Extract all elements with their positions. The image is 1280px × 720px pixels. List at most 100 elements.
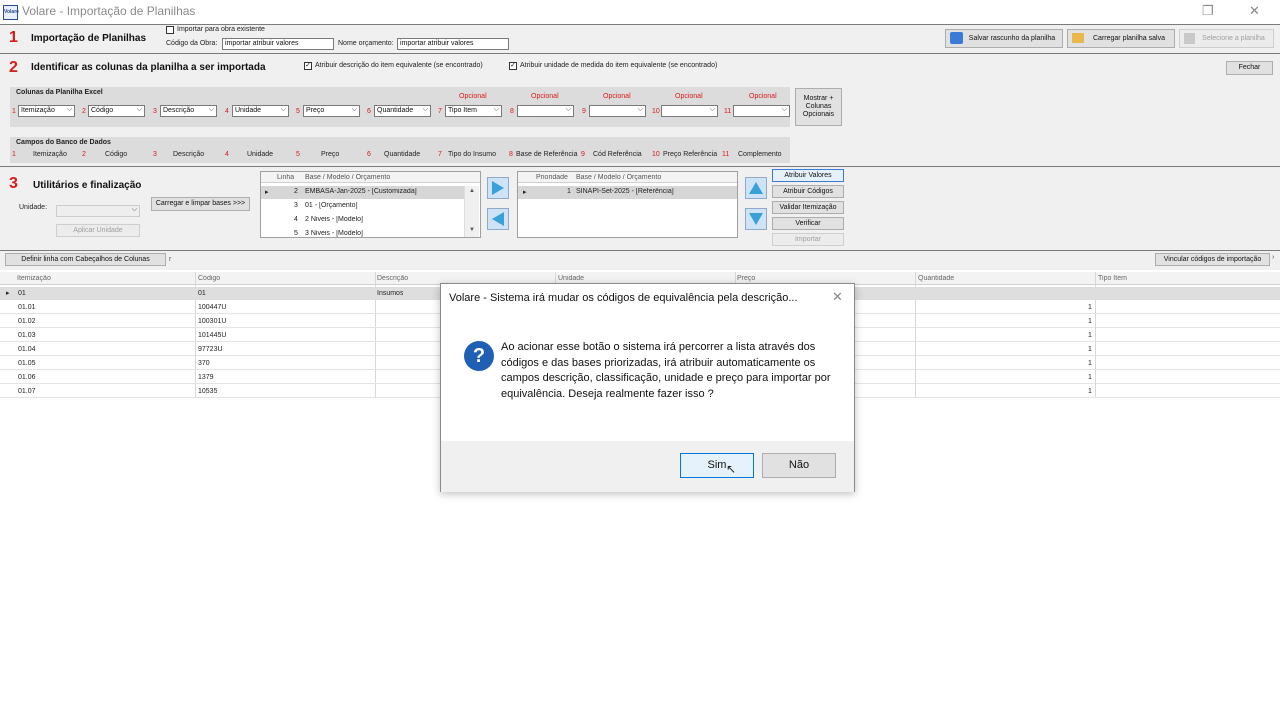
col-select-6-value: Quantidade: [377, 107, 414, 114]
cell-codigo[interactable]: 100301U: [198, 318, 226, 325]
campo-label: Quantidade: [384, 151, 421, 158]
chevron-right-icon[interactable]: ›: [1272, 254, 1274, 261]
sim-button[interactable]: Sim: [680, 453, 754, 478]
cell-quantidade[interactable]: 1: [1088, 360, 1092, 367]
th-quantidade[interactable]: Quantidade: [918, 275, 954, 282]
cell-descricao[interactable]: Insumos: [377, 290, 403, 297]
cell-quantidade[interactable]: 1: [1088, 346, 1092, 353]
col-select-7[interactable]: Tipo Item ⌵: [445, 105, 502, 117]
scroll-down-icon[interactable]: ▼: [469, 227, 475, 233]
move-right-button[interactable]: [487, 177, 509, 199]
carregar-bases-button[interactable]: Carregar e limpar bases >>>: [151, 197, 250, 211]
th-itemizacao[interactable]: Itemização: [17, 275, 51, 282]
chevron-down-icon: ⌵: [493, 106, 499, 113]
cell-itemizacao[interactable]: 01.01: [18, 304, 36, 311]
cell-itemizacao[interactable]: 01.06: [18, 374, 36, 381]
col-select-10[interactable]: ⌵: [661, 105, 718, 117]
scroll-up-icon[interactable]: ▲: [469, 188, 475, 194]
unidade-select[interactable]: ⌵: [56, 205, 140, 217]
cell-itemizacao[interactable]: 01.04: [18, 346, 36, 353]
cell-codigo[interactable]: 100447U: [198, 304, 226, 311]
cell-quantidade[interactable]: 1: [1088, 318, 1092, 325]
campo-label: Tipo do Insumo: [448, 151, 496, 158]
bases-scrollbar[interactable]: ▲ ▼: [464, 186, 479, 237]
cell-codigo[interactable]: 370: [198, 360, 210, 367]
col-num-8: 8: [510, 108, 514, 115]
prioridade-row-base[interactable]: SINAPI-Set-2025 - [Referência]: [576, 188, 674, 195]
bases-row-base[interactable]: EMBASA-Jan-2025 - [Customizada]: [305, 188, 417, 195]
fechar-button[interactable]: Fechar: [1226, 61, 1273, 75]
mostrar-colunas-button[interactable]: Mostrar + Colunas Opcionais: [795, 88, 842, 126]
section1-title: Importação de Planilhas: [31, 33, 147, 44]
campo-label: Código: [105, 151, 128, 158]
bases-row-base[interactable]: 01 - [Orçamento]: [305, 202, 358, 209]
atribuir-codigos-button[interactable]: Atribuir Códigos: [772, 185, 844, 198]
cell-itemizacao[interactable]: 01.07: [18, 388, 36, 395]
col-select-4[interactable]: Unidade ⌵: [232, 105, 289, 117]
col-num-4: 4: [225, 108, 229, 115]
campo-num: 2: [82, 151, 86, 158]
th-tipo-item[interactable]: Tipo Item: [1098, 275, 1127, 282]
bases-row-base[interactable]: 2 Niveis - [Modelo]: [305, 216, 363, 223]
restore-icon[interactable]: ❐: [1202, 3, 1214, 19]
cell-itemizacao[interactable]: 01.05: [18, 360, 36, 367]
verificar-button[interactable]: Verificar: [772, 217, 844, 230]
col-num-10: 10: [652, 108, 660, 115]
col-select-6[interactable]: Quantidade ⌵: [374, 105, 431, 117]
atribuir-unidade-checkbox[interactable]: ✓: [509, 62, 517, 70]
col-select-4-value: Unidade: [235, 107, 262, 114]
cell-itemizacao[interactable]: 01.02: [18, 318, 36, 325]
cell-codigo[interactable]: 10535: [198, 388, 217, 395]
prioridade-header-base: Base / Modelo / Orçamento: [576, 174, 662, 181]
move-up-button[interactable]: [745, 177, 767, 199]
col-select-11[interactable]: ⌵: [733, 105, 790, 117]
definir-cabecalho-button[interactable]: Definir linha com Cabeçalhos de Colunas: [5, 253, 166, 266]
th-preco[interactable]: Preço: [737, 275, 755, 282]
importar-button[interactable]: Importar: [772, 233, 844, 246]
col-select-8[interactable]: ⌵: [517, 105, 574, 117]
col-select-3[interactable]: Descrição ⌵: [160, 105, 217, 117]
nao-button[interactable]: Não: [762, 453, 836, 478]
prioridade-row-num[interactable]: 1: [567, 188, 571, 195]
cell-codigo[interactable]: 97723U: [198, 346, 223, 353]
th-descricao[interactable]: Descrição: [377, 275, 408, 282]
atribuir-descricao-checkbox[interactable]: ✓: [304, 62, 312, 70]
col-select-2[interactable]: Código ⌵: [88, 105, 145, 117]
bases-row-linha[interactable]: 3: [294, 202, 298, 209]
cell-quantidade[interactable]: 1: [1088, 304, 1092, 311]
cell-itemizacao[interactable]: 01: [18, 290, 26, 297]
bases-row-linha[interactable]: 2: [294, 188, 298, 195]
cell-codigo[interactable]: 101445U: [198, 332, 226, 339]
cell-itemizacao[interactable]: 01.03: [18, 332, 36, 339]
bases-row-linha[interactable]: 5: [294, 230, 298, 237]
col-select-9[interactable]: ⌵: [589, 105, 646, 117]
dialog-message: Ao acionar esse botão o sistema irá perc…: [501, 341, 831, 400]
move-down-button[interactable]: [745, 208, 767, 230]
cell-quantidade[interactable]: 1: [1088, 388, 1092, 395]
close-icon[interactable]: ✕: [1249, 3, 1260, 19]
nome-orcamento-input[interactable]: importar atribuir valores: [397, 38, 509, 50]
vincular-codigos-button[interactable]: Vincular códigos de importação: [1155, 253, 1270, 266]
move-left-button[interactable]: [487, 208, 509, 230]
aplicar-unidade-button[interactable]: Aplicar Unidade: [56, 224, 140, 237]
prioridade-grid: Prioridade Base / Modelo / Orçamento ▸ 1…: [517, 171, 738, 238]
cell-quantidade[interactable]: 1: [1088, 332, 1092, 339]
atribuir-valores-button[interactable]: Atribuir Valores: [772, 169, 844, 182]
codigo-obra-input[interactable]: importar atribuir valores: [222, 38, 334, 50]
th-unidade[interactable]: Unidade: [558, 275, 584, 282]
cell-quantidade[interactable]: 1: [1088, 374, 1092, 381]
col-select-1-value: Itemização: [21, 107, 55, 114]
cell-codigo[interactable]: 1379: [198, 374, 214, 381]
cell-codigo[interactable]: 01: [198, 290, 206, 297]
title-bar: Volare Volare - Importação de Planilhas …: [0, 0, 1280, 24]
chevron-down-icon: ⌵: [208, 106, 214, 113]
importar-existente-label: Importar para obra existente: [177, 26, 265, 33]
col-select-1[interactable]: Itemização ⌵: [18, 105, 75, 117]
th-codigo[interactable]: Código: [198, 275, 220, 282]
importar-existente-checkbox[interactable]: [166, 26, 174, 34]
bases-row-linha[interactable]: 4: [294, 216, 298, 223]
col-select-5[interactable]: Preço ⌵: [303, 105, 360, 117]
validar-itemizacao-button[interactable]: Validar Itemização: [772, 201, 844, 214]
bases-row-base[interactable]: 3 Niveis - [Modelo]: [305, 230, 363, 237]
close-icon[interactable]: ✕: [832, 289, 843, 305]
